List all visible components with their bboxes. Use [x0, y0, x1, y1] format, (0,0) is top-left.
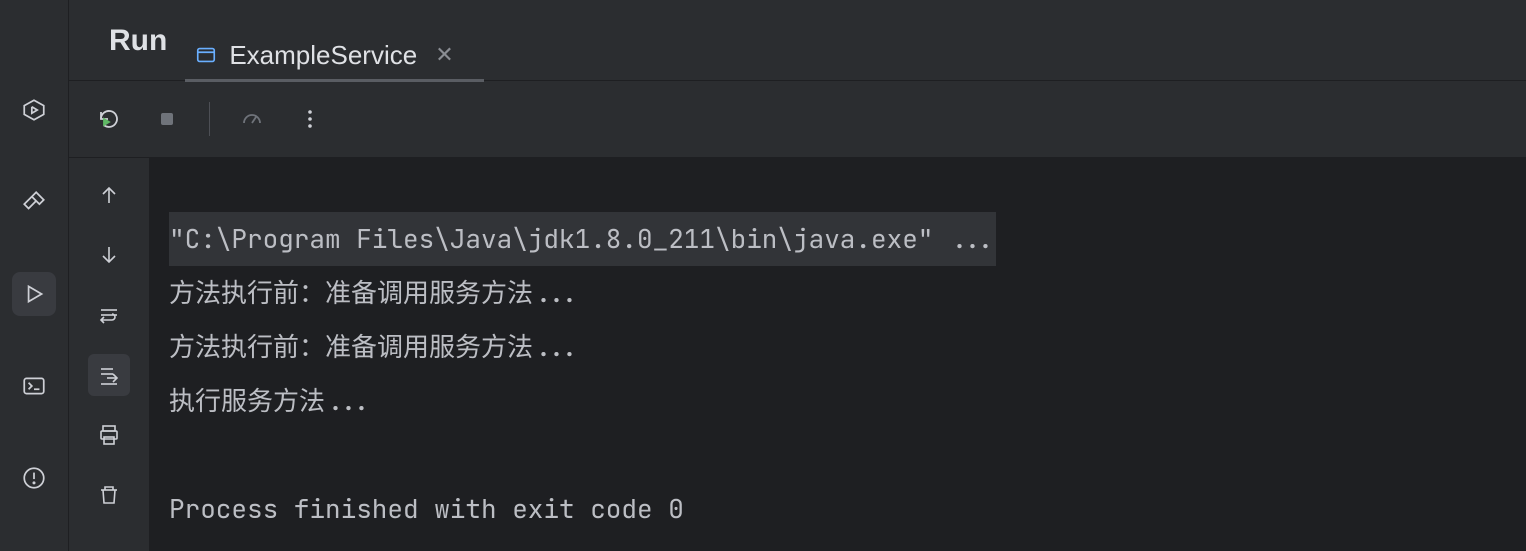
console-line: 执行服务方法...: [169, 383, 372, 418]
build-icon: [21, 189, 47, 215]
terminal-icon: [21, 373, 47, 399]
print-button[interactable]: [88, 414, 130, 456]
soft-wrap-icon: [97, 303, 121, 327]
run-tool-button[interactable]: [12, 272, 56, 316]
run-panel-header: Run ExampleService ✕: [69, 0, 1526, 80]
console-line: 方法执行前：准备调用服务方法...: [169, 329, 580, 364]
tool-window-title: Run: [109, 24, 167, 58]
down-stacktrace-button[interactable]: [88, 234, 130, 276]
app-window-icon: [195, 44, 217, 66]
down-arrow-icon: [97, 243, 121, 267]
console-output[interactable]: "C:\Program Files\Java\jdk1.8.0_211\bin\…: [149, 158, 1526, 551]
scroll-to-end-icon: [97, 363, 121, 387]
console-gutter: [69, 158, 149, 551]
services-tool-button[interactable]: [12, 88, 56, 132]
scroll-to-end-button[interactable]: [88, 354, 130, 396]
run-icon: [21, 281, 47, 307]
stop-icon: [155, 107, 179, 131]
soft-wrap-button[interactable]: [88, 294, 130, 336]
services-icon: [21, 97, 47, 123]
build-tool-button[interactable]: [12, 180, 56, 224]
left-tool-strip: [0, 0, 69, 551]
trash-icon: [97, 483, 121, 507]
up-arrow-icon: [97, 183, 121, 207]
rerun-icon: [97, 107, 121, 131]
tab-example-service[interactable]: ExampleService ✕: [195, 30, 473, 80]
console-line: "C:\Program Files\Java\jdk1.8.0_211\bin\…: [169, 212, 996, 266]
more-vertical-icon: [298, 107, 322, 131]
clear-all-button[interactable]: [88, 474, 130, 516]
gauge-icon: [240, 107, 264, 131]
more-actions-button[interactable]: [290, 99, 330, 139]
print-icon: [97, 423, 121, 447]
up-stacktrace-button[interactable]: [88, 174, 130, 216]
problems-tool-button[interactable]: [12, 456, 56, 500]
close-icon[interactable]: ✕: [435, 42, 453, 68]
console-line: 方法执行前：准备调用服务方法...: [169, 275, 580, 310]
run-tabs: ExampleService ✕: [195, 0, 473, 80]
problems-icon: [21, 465, 47, 491]
stop-button[interactable]: [147, 99, 187, 139]
terminal-tool-button[interactable]: [12, 364, 56, 408]
performance-button[interactable]: [232, 99, 272, 139]
run-toolbar: [69, 80, 1526, 157]
tab-label: ExampleService: [229, 40, 417, 71]
rerun-button[interactable]: [89, 99, 129, 139]
console-line: Process finished with exit code 0: [169, 491, 684, 526]
toolbar-separator: [209, 102, 210, 136]
